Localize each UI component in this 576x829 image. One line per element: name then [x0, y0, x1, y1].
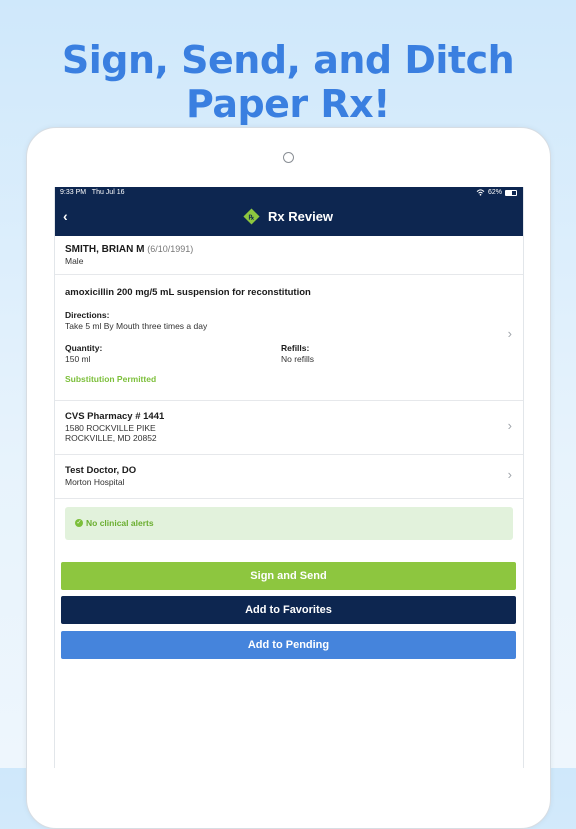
- alerts-text: No clinical alerts: [86, 518, 154, 528]
- chevron-right-icon[interactable]: ›: [508, 467, 512, 482]
- nav-bar: ‹ ℞ Rx Review: [55, 199, 523, 236]
- check-circle-icon: ✓: [75, 519, 83, 527]
- page-title: Rx Review: [268, 209, 334, 224]
- chevron-right-icon[interactable]: ›: [508, 326, 512, 341]
- pharmacy-address-2: ROCKVILLE, MD 20852: [65, 433, 157, 443]
- sign-and-send-button[interactable]: Sign and Send: [61, 562, 516, 590]
- add-to-favorites-button[interactable]: Add to Favorites: [61, 596, 516, 624]
- headline: Sign, Send, and Ditch Paper Rx!: [61, 38, 515, 126]
- prescription-card[interactable]: amoxicillin 200 mg/5 mL suspension for r…: [55, 275, 523, 401]
- quantity-value: 150 ml: [65, 354, 91, 364]
- refills-label: Refills:: [281, 343, 310, 353]
- directions-value: Take 5 ml By Mouth three times a day: [65, 321, 208, 331]
- battery-icon: [505, 189, 517, 196]
- patient-dob: (6/10/1991): [147, 244, 194, 254]
- patient-name: SMITH, BRIAN M: [65, 244, 145, 255]
- quantity-label: Quantity:: [65, 343, 103, 353]
- status-time: 9:33 PM: [60, 189, 87, 196]
- pharmacy-name: CVS Pharmacy # 1441: [65, 411, 165, 422]
- chevron-left-icon[interactable]: ‹: [63, 208, 68, 224]
- clinical-alerts-banner: ✓ No clinical alerts: [65, 507, 513, 540]
- front-camera: [283, 152, 294, 163]
- battery-level: [506, 190, 513, 195]
- pharmacy-card[interactable]: CVS Pharmacy # 1441 1580 ROCKVILLE PIKE …: [55, 401, 523, 455]
- substitution-status: Substitution Permitted: [65, 374, 157, 384]
- pharmacy-address-1: 1580 ROCKVILLE PIKE: [65, 423, 156, 433]
- battery-percent: 62%: [487, 189, 502, 196]
- drug-name: amoxicillin 200 mg/5 mL suspension for r…: [65, 287, 311, 298]
- patient-info[interactable]: SMITH, BRIAN M (6/10/1991) Male: [55, 236, 523, 275]
- rx-logo-icon: ℞: [243, 208, 260, 225]
- patient-sex: Male: [65, 256, 84, 266]
- app-screen: 9:33 PM Thu Jul 16 62% ‹ ℞ Rx Review SMI…: [54, 187, 524, 768]
- refills-value: No refills: [281, 354, 315, 364]
- prescriber-name: Test Doctor, DO: [65, 465, 137, 476]
- chevron-right-icon[interactable]: ›: [508, 418, 512, 433]
- status-bar: 9:33 PM Thu Jul 16 62%: [55, 187, 523, 199]
- add-to-pending-button[interactable]: Add to Pending: [61, 631, 516, 659]
- svg-text:℞: ℞: [249, 213, 255, 221]
- prescriber-org: Morton Hospital: [65, 477, 125, 487]
- prescriber-card[interactable]: Test Doctor, DO Morton Hospital ›: [55, 455, 523, 499]
- status-date: Thu Jul 16: [91, 189, 125, 196]
- wifi-icon: [476, 189, 485, 196]
- directions-label: Directions:: [65, 310, 110, 320]
